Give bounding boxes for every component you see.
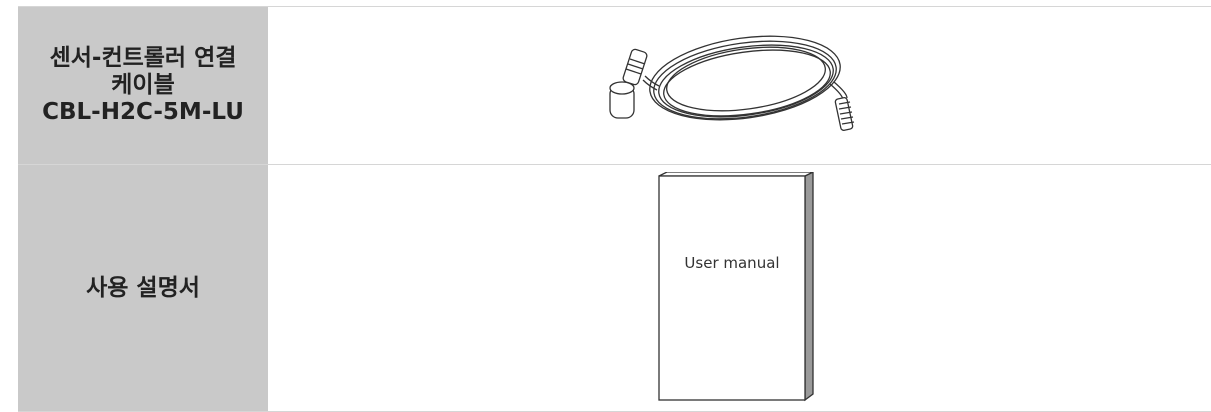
label-line: 사용 설명서 (86, 274, 200, 301)
cable-icon (608, 35, 854, 131)
label-line: 케이블 (111, 72, 175, 98)
row-image-cable (268, 6, 1211, 165)
label-line: CBL-H2C-5M-LU (42, 99, 244, 125)
manual-cover-text: User manual (684, 254, 779, 272)
row-label-cable: 센서-컨트롤러 연결 케이블 CBL-H2C-5M-LU (18, 6, 268, 165)
label-line: 센서-컨트롤러 연결 (49, 45, 237, 71)
table-row: 센서-컨트롤러 연결 케이블 CBL-H2C-5M-LU (18, 6, 1211, 165)
user-manual-icon: User manual (657, 172, 814, 402)
parts-table: 센서-컨트롤러 연결 케이블 CBL-H2C-5M-LU 사용 설명서 User… (18, 6, 1211, 412)
table-row: 사용 설명서 User manual (18, 164, 1211, 412)
row-label-manual: 사용 설명서 (18, 164, 268, 412)
row-image-manual: User manual (268, 164, 1211, 412)
